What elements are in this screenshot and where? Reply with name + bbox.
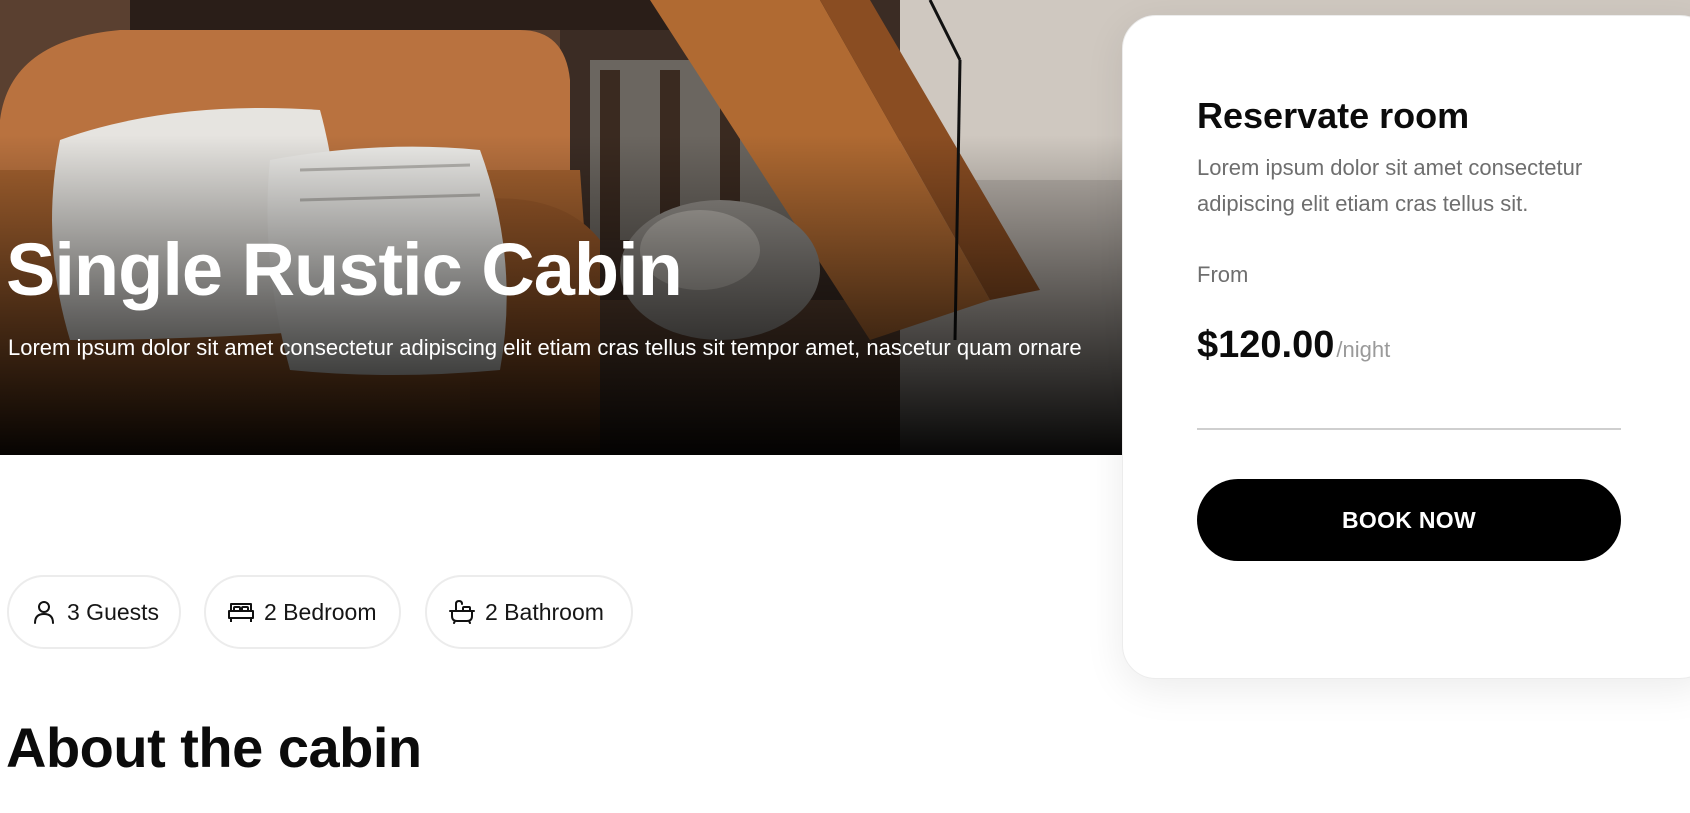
amenity-label: 3 Guests [67, 598, 160, 625]
reservation-title: Reservate room [1197, 95, 1470, 136]
amenity-label: 2 Bedroom [264, 598, 377, 625]
amenity-label: 2 Bathroom [485, 598, 604, 625]
price-row: $120.00 /night [1197, 322, 1390, 368]
price-unit: /night [1336, 337, 1391, 362]
hero-subtitle: Lorem ipsum dolor sit amet consectetur a… [8, 335, 1082, 360]
book-now-button[interactable]: BOOK NOW [1197, 479, 1621, 561]
reservation-description: Lorem ipsum dolor sit amet consectetur a… [1197, 155, 1583, 216]
amenity-bedroom: 2 Bedroom [204, 575, 401, 649]
bed-icon [228, 599, 254, 625]
person-icon [31, 599, 57, 625]
amenity-bathroom: 2 Bathroom [425, 575, 633, 649]
page-title: Single Rustic Cabin [6, 228, 683, 311]
amenity-guests: 3 Guests [7, 575, 181, 649]
price-from-label: From [1197, 262, 1249, 287]
bathtub-icon [449, 599, 475, 625]
reservation-card: Reservate room Lorem ipsum dolor sit ame… [1122, 15, 1690, 679]
about-heading: About the cabin [6, 716, 422, 779]
cabin-detail-page: Single Rustic Cabin Lorem ipsum dolor si… [0, 0, 1690, 813]
price-amount: $120.00 [1197, 324, 1335, 366]
divider [1197, 428, 1621, 430]
